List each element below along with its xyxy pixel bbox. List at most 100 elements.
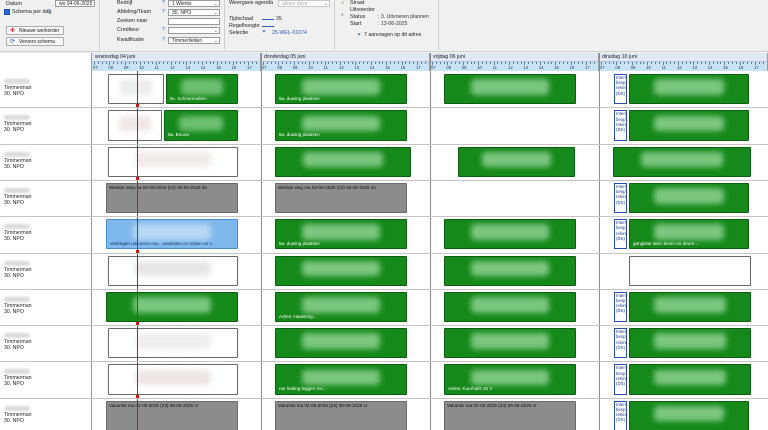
planning-bar[interactable] xyxy=(444,291,576,323)
employee-cell[interactable]: Timmerman 30. NPO xyxy=(4,151,31,170)
intern-bespreking-block[interactable]: Intern besp reking (DS) xyxy=(614,110,627,141)
employee-cell[interactable]: Timmerman 30. NPO xyxy=(4,115,31,133)
day-header-2[interactable]: vrijdag 06 juni xyxy=(430,53,599,62)
nieuwe-werkorder-button[interactable]: ✚ Nieuwe werkorder xyxy=(6,26,64,35)
planning-bar[interactable] xyxy=(629,291,751,323)
crediteur-select[interactable]: ⌄ xyxy=(168,27,220,34)
kwalificatie-select[interactable]: Timmerlieden ⌄ xyxy=(168,37,220,44)
day-header-0[interactable]: woensdag 04 juni xyxy=(92,53,261,62)
ruler-subtick xyxy=(266,62,268,64)
planning-bar[interactable] xyxy=(108,328,238,359)
schema-per-dag-help-icon[interactable]: ? xyxy=(46,9,51,15)
planning-bar[interactable] xyxy=(629,255,751,286)
intern-bespreking-block[interactable]: Intern besp reking (DS) xyxy=(614,291,627,323)
employee-cell[interactable]: Timmerman 30. NPO xyxy=(4,187,31,206)
planning-bar[interactable] xyxy=(108,110,162,141)
planning-bar[interactable]: gangklok laten leven en deure... xyxy=(629,219,749,250)
planning-bar[interactable]: 5a. Bouwv xyxy=(164,110,238,141)
planning-bar[interactable]: 5a. duwing plaatsen xyxy=(275,74,407,105)
search-icon[interactable]: ⌕ xyxy=(341,12,344,19)
planning-bar[interactable]: Adres: Kuurhalis 25 V xyxy=(444,364,576,395)
planning-bar[interactable]: Weekje weg ma 02-06-2025 (23) 06-06-2025… xyxy=(275,182,407,214)
intern-bespreking-block[interactable]: Intern besp reking (DS) xyxy=(614,400,627,430)
planning-bar[interactable] xyxy=(275,328,407,359)
afdeling-help-icon[interactable]: ? xyxy=(161,9,166,15)
bedrijf-help-icon[interactable]: ? xyxy=(161,0,166,6)
planning-bar[interactable] xyxy=(108,74,164,105)
afdeling-select[interactable]: 30. NPO ⌄ xyxy=(168,9,220,16)
intern-bespreking-block[interactable]: Intern besp reking (DS) xyxy=(614,364,627,395)
planning-bar[interactable] xyxy=(444,255,576,286)
employee-column: Timmerman 30. NPO Timmerman 30. NPO Timmerma… xyxy=(0,53,92,430)
bedrijf-select[interactable]: 1 Wients ⌄ xyxy=(168,0,220,7)
planning-bar[interactable] xyxy=(629,328,751,359)
employee-cell[interactable]: Timmerman 30. NPO xyxy=(4,369,31,387)
ruler-subtick xyxy=(97,62,99,64)
planning-bar[interactable] xyxy=(108,255,238,286)
zoeken-naar-input[interactable] xyxy=(168,18,220,25)
employee-cell[interactable]: Timmerman 30. NPO xyxy=(4,405,31,424)
planning-bar[interactable] xyxy=(108,364,238,395)
planning-bar[interactable] xyxy=(629,400,749,430)
planning-bar[interactable]: Vakantie ma 02-06-2025 (23) 06-06-2025 v… xyxy=(444,400,576,430)
regelhoogte-label: Regelhoogte xyxy=(229,23,260,29)
employee-cell[interactable]: Timmerman 30. NPO xyxy=(4,260,31,279)
planning-bar[interactable]: nar leiding leggen rec... xyxy=(275,364,407,395)
planning-bar[interactable] xyxy=(444,219,576,250)
ruler-subtick xyxy=(712,62,714,64)
planning-bar[interactable]: 5a. duwing plaatsen xyxy=(275,219,407,250)
planning-bar[interactable] xyxy=(458,146,575,177)
planning-bar[interactable] xyxy=(629,74,749,105)
planning-bar[interactable]: Weekje weg ma 02-06-2025 (23) 06-06-2025… xyxy=(106,182,238,214)
intern-bespreking-block[interactable]: Intern besp reking (DS) xyxy=(614,74,627,105)
intern-bespreking-block[interactable]: Intern besp reking (DS) xyxy=(614,219,627,250)
datum-picker[interactable]: wo 04-06-2025 xyxy=(55,0,95,7)
planning-bar[interactable]: verkingen uitvoeren nar... wankklen en t… xyxy=(106,219,238,250)
planning-bar[interactable]: 5a. duwing plaatsen xyxy=(275,110,407,141)
planning-bar[interactable] xyxy=(275,255,407,286)
employee-cell[interactable]: Timmerman 30. NPO xyxy=(4,224,31,242)
ruler-hour-label: 09 xyxy=(461,65,467,70)
planning-bar[interactable] xyxy=(629,110,749,141)
weergave-help-icon[interactable]: ? xyxy=(268,0,273,6)
ruler-hour-label: 10 xyxy=(646,65,651,70)
ruler-subtick xyxy=(236,62,238,64)
bar-text: verkingen uitvoeren nar... wankklen en t… xyxy=(110,240,215,246)
crediteur-help-icon[interactable]: ? xyxy=(161,27,166,33)
employee-cell[interactable]: Timmerman 30. NPO xyxy=(4,79,31,97)
planning-bar[interactable]: Vakantie ma 02-06-2025 (23) 06-06-2025 v… xyxy=(106,400,238,430)
planning-bar[interactable] xyxy=(629,182,749,214)
filter-icon[interactable]: ⏷ xyxy=(262,29,266,36)
intern-bespreking-block[interactable]: Intern besp reking (DS) xyxy=(614,328,627,359)
weergave-agenda-select[interactable]: alleen deze ⌄ xyxy=(278,0,330,7)
planning-bar[interactable] xyxy=(444,328,576,359)
intern-bespreking-block[interactable]: Intern besp reking (DS) xyxy=(614,182,627,214)
day-header-1[interactable]: donderdag 05 juni xyxy=(261,53,430,62)
planning-bar[interactable] xyxy=(108,146,238,177)
ruler-subtick xyxy=(651,62,653,64)
schema-per-dag-checkbox[interactable] xyxy=(4,9,10,15)
ruler-subtick xyxy=(704,62,706,64)
planning-bar[interactable] xyxy=(106,291,238,323)
aanvragen-link[interactable]: 7 aanvragen op dit adres xyxy=(364,32,421,38)
regelhoogte-slider[interactable] xyxy=(262,26,274,27)
day-header-3[interactable]: dinsdag 10 juni xyxy=(599,53,768,62)
ruler-subtick xyxy=(612,62,614,64)
planning-bar[interactable]: 5c. Schoonmaken xyxy=(166,74,238,105)
planning-bar[interactable] xyxy=(629,364,751,395)
blurred-region xyxy=(134,369,212,386)
employee-cell[interactable]: Timmerman 30. NPO xyxy=(4,333,31,351)
day-separator xyxy=(430,53,431,430)
ruler-subtick xyxy=(562,62,564,64)
kwalificatie-help-icon[interactable]: ? xyxy=(161,37,166,43)
planning-bar[interactable]: Vakantie ma 02-06-2025 (23) 06-06-2025 v… xyxy=(275,400,407,430)
tijdschaal-slider[interactable] xyxy=(262,19,274,20)
ververs-schema-button[interactable]: ⟳ Ververs schema xyxy=(6,37,64,46)
planning-bar[interactable]: Adres: Haalsting... xyxy=(275,291,407,323)
planning-bar[interactable] xyxy=(444,74,576,105)
planning-bar[interactable] xyxy=(613,146,751,177)
selectie-link[interactable]: 25-WEL-01674 xyxy=(272,30,307,36)
planning-bar[interactable] xyxy=(275,146,411,177)
uitvoerder-label: Uitvoerder xyxy=(350,7,375,13)
employee-cell[interactable]: Timmerman 30. NPO xyxy=(4,296,31,315)
